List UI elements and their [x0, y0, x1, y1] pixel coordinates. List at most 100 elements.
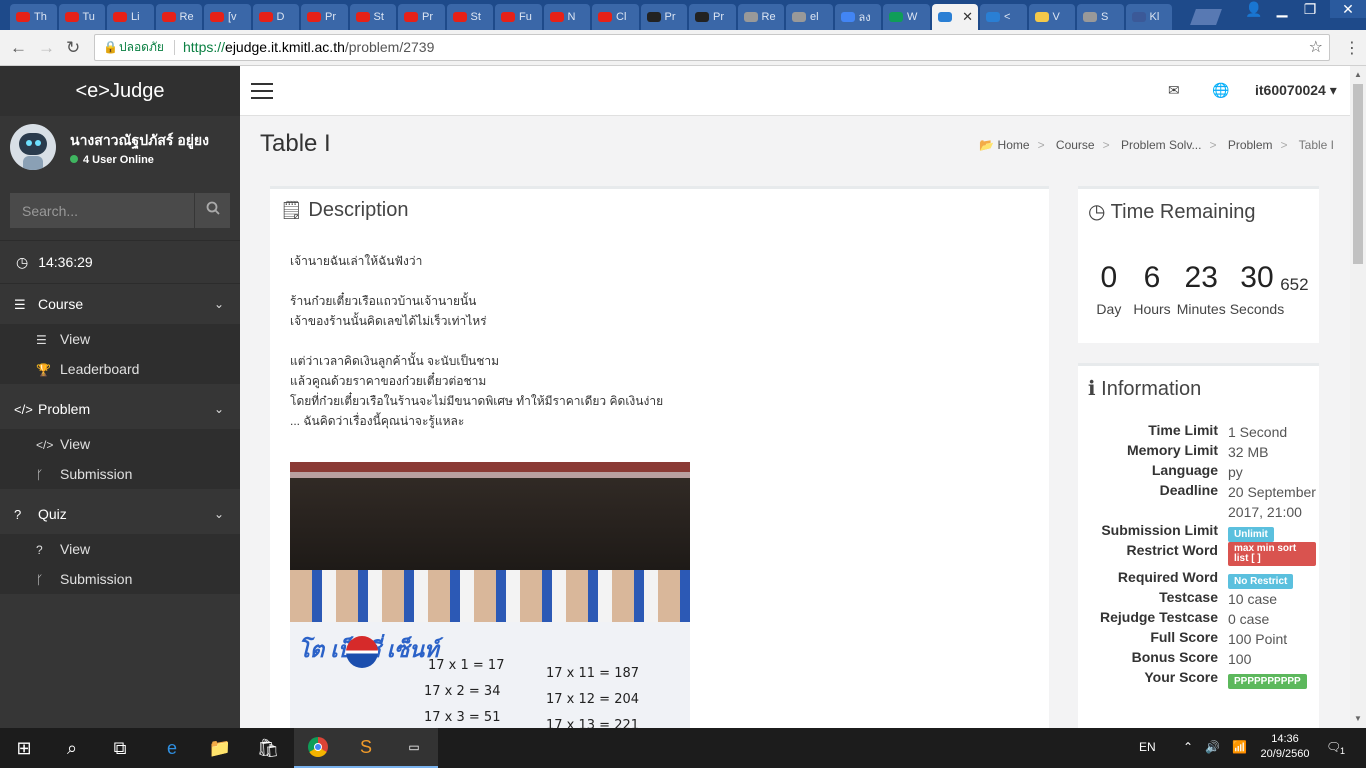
store-icon[interactable]: 🛍: [244, 728, 292, 768]
system-clock[interactable]: 14:36 20/9/2560: [1255, 732, 1315, 762]
sidebar-item-course-view[interactable]: ☰ View: [0, 324, 240, 354]
browser-tab[interactable]: Pr: [301, 4, 348, 30]
browser-tab[interactable]: Re: [155, 4, 202, 30]
youtube-icon: [501, 12, 515, 22]
close-window-button[interactable]: ✕: [1330, 0, 1366, 18]
profile-icon[interactable]: 👤: [1240, 0, 1268, 18]
info-icon: ℹ: [1088, 378, 1096, 400]
browser-tab[interactable]: Pr: [640, 4, 687, 30]
breadcrumb-home[interactable]: Home: [998, 138, 1030, 152]
forward-arrow-icon[interactable]: →: [38, 38, 55, 58]
back-arrow-icon[interactable]: ←: [10, 38, 27, 58]
edge-icon[interactable]: e: [148, 728, 196, 768]
task-view-icon[interactable]: ⧉: [96, 728, 144, 768]
tab-label: Pr: [713, 11, 724, 23]
desc-line: เจ้าของร้านนั้นคิดเลขได้ไม่เร็วเท่าไหร่: [290, 314, 487, 328]
chrome-icon[interactable]: [294, 728, 342, 768]
breadcrumb-problem-solving[interactable]: Problem Solv...: [1121, 138, 1201, 152]
brand-logo[interactable]: <e>Judge: [0, 66, 240, 116]
sidebar-item-problem[interactable]: </> Problem ⌄: [0, 389, 240, 429]
hamburger-menu-icon[interactable]: [251, 83, 273, 99]
nav-section-course: ☰ Course ⌄ ☰ View 🏆 Leaderboard: [0, 284, 240, 384]
language-indicator[interactable]: EN: [1139, 740, 1156, 754]
description-title: 🗒 Description: [280, 199, 409, 221]
bonus-score-value: 100: [1228, 651, 1252, 667]
maximize-button[interactable]: ❐: [1296, 0, 1324, 18]
reload-icon[interactable]: ↻: [66, 38, 80, 58]
youtube-icon: [258, 12, 273, 22]
sidebar-item-quiz[interactable]: ? Quiz ⌄: [0, 494, 240, 534]
browser-tab[interactable]: S: [1077, 4, 1124, 30]
wifi-icon[interactable]: 📶: [1232, 740, 1247, 754]
countdown: 0 Day 6 Hours 23 Minutes 30 Seconds 652: [1078, 235, 1319, 317]
browser-tab[interactable]: V: [1028, 4, 1075, 30]
youtube-icon: [16, 12, 30, 22]
browser-tab[interactable]: el: [786, 4, 833, 30]
chevron-up-icon[interactable]: ⌃: [1183, 740, 1193, 754]
windows-start-icon[interactable]: ⊞: [0, 728, 48, 768]
url-text[interactable]: https://ejudge.it.kmitl.ac.th/problem/27…: [183, 35, 434, 60]
browser-tab[interactable]: Pr: [689, 4, 736, 30]
envelope-icon[interactable]: ✉: [1168, 82, 1180, 99]
file-explorer-icon[interactable]: 📁: [196, 728, 244, 768]
new-tab-button[interactable]: [1190, 9, 1222, 25]
scrollbar-thumb[interactable]: [1353, 84, 1363, 264]
time-remaining-title: ◷ Time Remaining: [1088, 201, 1256, 223]
browser-tab[interactable]: ลง: [834, 4, 881, 30]
search-input[interactable]: [10, 193, 193, 228]
browser-tab[interactable]: [v: [204, 4, 251, 30]
browser-tab[interactable]: ✕: [931, 4, 978, 30]
sidebar-item-quiz-submission[interactable]: ᚴ Submission: [0, 564, 240, 594]
browser-tab[interactable]: Li: [107, 4, 154, 30]
sidebar-item-leaderboard[interactable]: 🏆 Leaderboard: [0, 354, 240, 384]
language-value: py: [1228, 464, 1243, 480]
user-profile: นางสาวณัฐปภัสร์ อยู่ยง 4 User Online: [10, 124, 235, 174]
notification-center-icon[interactable]: 🗨: [1326, 740, 1341, 754]
browser-tab[interactable]: Fu: [495, 4, 542, 30]
browser-tab[interactable]: Th: [10, 4, 57, 30]
browser-tab[interactable]: N: [543, 4, 590, 30]
browser-tab[interactable]: W: [883, 4, 930, 30]
tab-label: W: [907, 11, 918, 23]
sidebar-item-problem-view[interactable]: </> View: [0, 429, 240, 459]
photo-row: 17 x 3 = 51: [424, 710, 501, 725]
photo-row: 17 x 1 = 17: [428, 658, 505, 673]
breadcrumb-course[interactable]: Course: [1056, 138, 1095, 152]
page-scrollbar[interactable]: ▲ ▼: [1350, 66, 1366, 728]
bookmark-star-icon[interactable]: ☆: [1309, 35, 1323, 60]
scroll-down-icon[interactable]: ▼: [1354, 714, 1362, 723]
volume-icon[interactable]: 🔊: [1205, 740, 1220, 754]
address-bar[interactable]: 🔒 ปลอดภัย https://ejudge.it.kmitl.ac.th/…: [94, 34, 1330, 61]
browser-tab-strip: Kl S V < ✕ W ลง el Re Pr Pr Cl N Fu St Pr St Pr D [v Re Li Tu T…: [0, 0, 1366, 30]
search-icon[interactable]: ⌕: [48, 728, 96, 768]
browser-toolbar: ← → ↻ 🔒 ปลอดภัย https://ejudge.it.kmitl.…: [0, 30, 1366, 66]
close-tab-icon[interactable]: ✕: [962, 9, 973, 25]
youtube-icon: [113, 12, 127, 22]
browser-menu-icon[interactable]: ⋮: [1344, 38, 1360, 58]
tab-label: Pr: [664, 11, 676, 23]
github-icon: [695, 12, 709, 22]
sidebar-item-course[interactable]: ☰ Course ⌄: [0, 284, 240, 324]
scroll-up-icon[interactable]: ▲: [1354, 70, 1362, 79]
sublime-text-icon[interactable]: S: [342, 728, 390, 768]
browser-tab[interactable]: Tu: [58, 4, 105, 30]
browser-tab[interactable]: Pr: [398, 4, 445, 30]
sidebar-item-problem-submission[interactable]: ᚴ Submission: [0, 459, 240, 489]
desc-line: ... ฉันคิดว่าเรื่องนี้คุณน่าจะรู้แหละ: [290, 414, 465, 428]
globe-icon[interactable]: 🌐: [1212, 82, 1229, 99]
browser-tab[interactable]: St: [446, 4, 493, 30]
sidebar-item-quiz-view[interactable]: ? View: [0, 534, 240, 564]
trophy-icon: 🏆: [36, 363, 51, 377]
breadcrumb-problem[interactable]: Problem: [1228, 138, 1273, 152]
browser-tab[interactable]: <: [980, 4, 1027, 30]
minimize-button[interactable]: ▁: [1268, 0, 1296, 18]
browser-tab[interactable]: D: [252, 4, 299, 30]
browser-tab[interactable]: Kl: [1125, 4, 1172, 30]
youtube-icon: [404, 12, 418, 22]
terminal-icon[interactable]: ▭: [390, 728, 438, 768]
user-dropdown[interactable]: it60070024 ▾: [1255, 82, 1337, 99]
browser-tab[interactable]: St: [349, 4, 396, 30]
browser-tab[interactable]: Re: [737, 4, 784, 30]
browser-tab[interactable]: Cl: [592, 4, 639, 30]
search-icon[interactable]: [194, 193, 230, 228]
